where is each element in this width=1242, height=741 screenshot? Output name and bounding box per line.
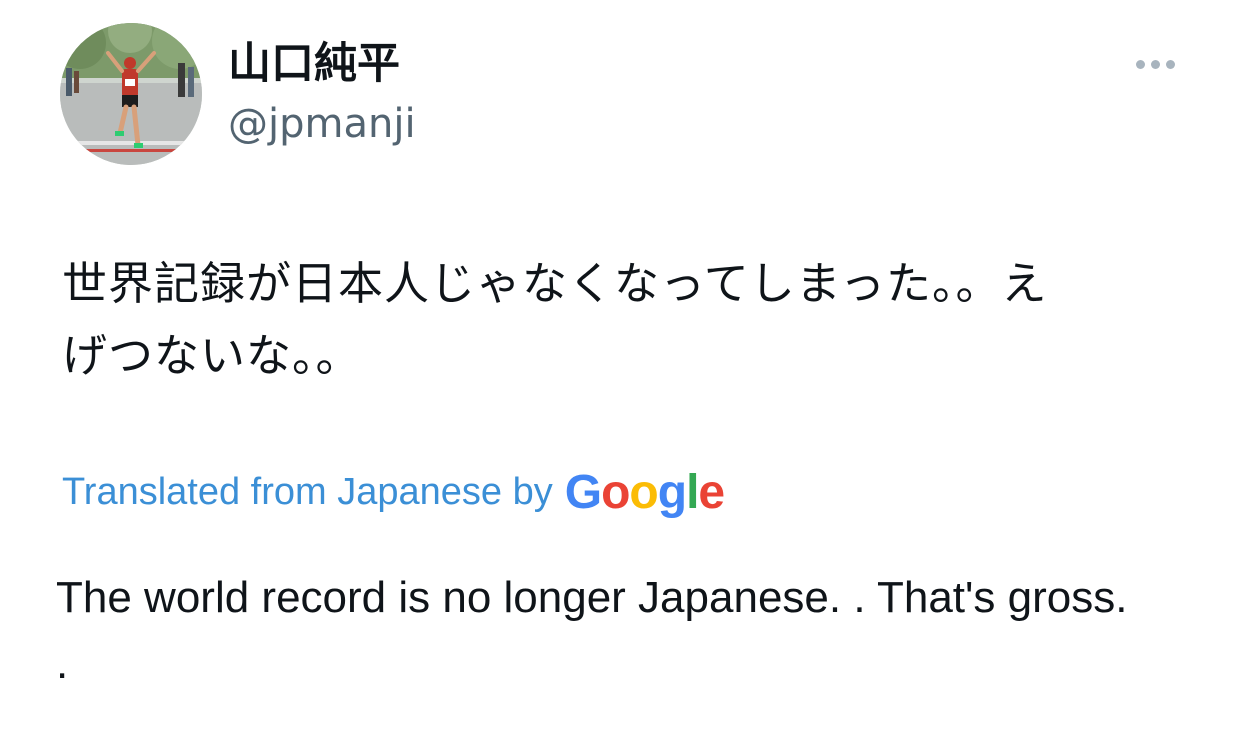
ellipsis-icon — [1150, 59, 1160, 69]
ellipsis-icon — [1165, 59, 1175, 69]
google-logo-letter: o — [601, 465, 630, 519]
translated-text: The world record is no longer Japanese. … — [56, 573, 1128, 688]
google-logo-letter: o — [629, 465, 658, 519]
google-logo-letter: l — [686, 465, 699, 519]
handle[interactable]: @jpmanji — [228, 100, 416, 148]
translation-attribution: Translated from Japanese by Google — [62, 462, 725, 522]
runner-photo-avatar — [60, 23, 202, 165]
google-logo-letter: G — [564, 465, 602, 519]
google-logo: Google — [564, 465, 725, 520]
google-logo-letter: g — [657, 465, 687, 519]
google-logo-letter: e — [698, 465, 725, 519]
avatar[interactable] — [60, 23, 202, 165]
translated-from-link[interactable]: Translated from Japanese by — [62, 471, 553, 514]
tweet-card: 山口純平 @jpmanji 世界記録が日本人じゃなくなってしまった。。えげつない… — [0, 0, 1242, 741]
tweet-text: 世界記録が日本人じゃなくなってしまった。。えげつないな。。 — [62, 257, 1048, 382]
more-options-button[interactable] — [1126, 46, 1184, 82]
ellipsis-icon — [1135, 59, 1145, 69]
display-name[interactable]: 山口純平 — [228, 38, 400, 90]
